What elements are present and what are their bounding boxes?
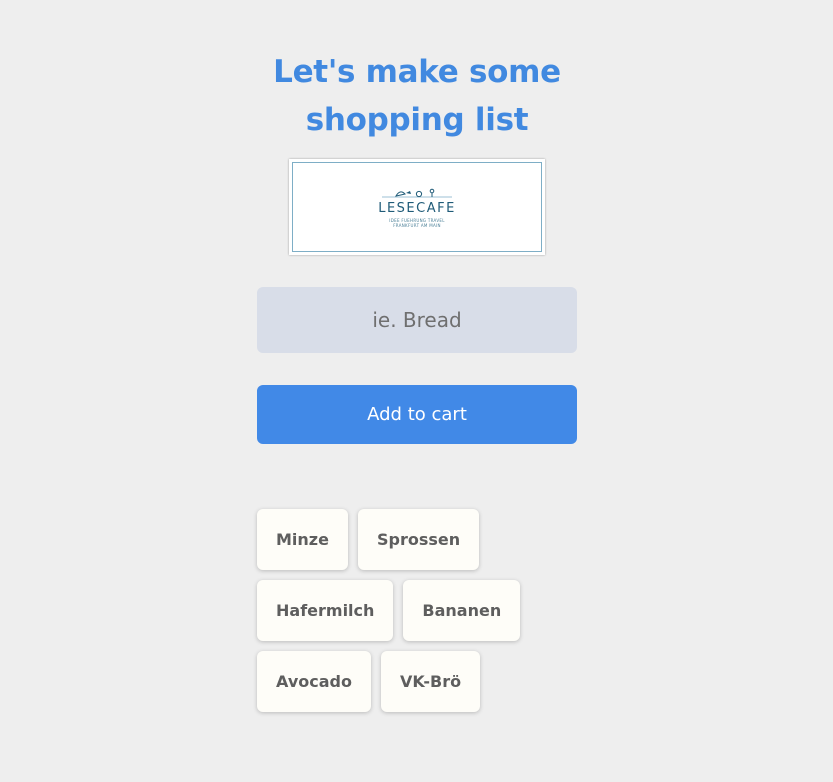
shopping-list-row: Hafermilch Bananen [257, 580, 577, 641]
page-title-line-1: Let's make some [273, 54, 561, 90]
list-item[interactable]: Sprossen [357, 509, 480, 570]
list-item[interactable]: Hafermilch [257, 580, 394, 641]
logo-subtitle: IDEE FUEHRUNG TRAVEL FRANKFURT AM MAIN [293, 218, 541, 228]
lesecafe-logo-icon [382, 188, 452, 198]
item-input[interactable] [257, 287, 577, 353]
shopping-list-row: Avocado VK-Brö [257, 651, 577, 712]
list-item[interactable]: Minze [257, 509, 348, 570]
shopping-list: Minze Sprossen Hafermilch Bananen Avocad… [257, 509, 577, 722]
shopping-list-row: Minze Sprossen [257, 509, 577, 570]
logo-frame: LESECAFE IDEE FUEHRUNG TRAVEL FRANKFURT … [292, 162, 542, 252]
page-title-line-2: shopping list [305, 102, 529, 138]
logo-subtitle-line-2: FRANKFURT AM MAIN [393, 223, 441, 228]
logo-card: LESECAFE IDEE FUEHRUNG TRAVEL FRANKFURT … [289, 159, 545, 255]
page-title: Let's make some shopping list [257, 48, 577, 144]
list-item[interactable]: Avocado [257, 651, 371, 712]
add-to-cart-button[interactable]: Add to cart [257, 385, 577, 444]
list-item[interactable]: Bananen [403, 580, 521, 641]
list-item[interactable]: VK-Brö [380, 651, 481, 712]
logo-name: LESECAFE [378, 201, 456, 216]
